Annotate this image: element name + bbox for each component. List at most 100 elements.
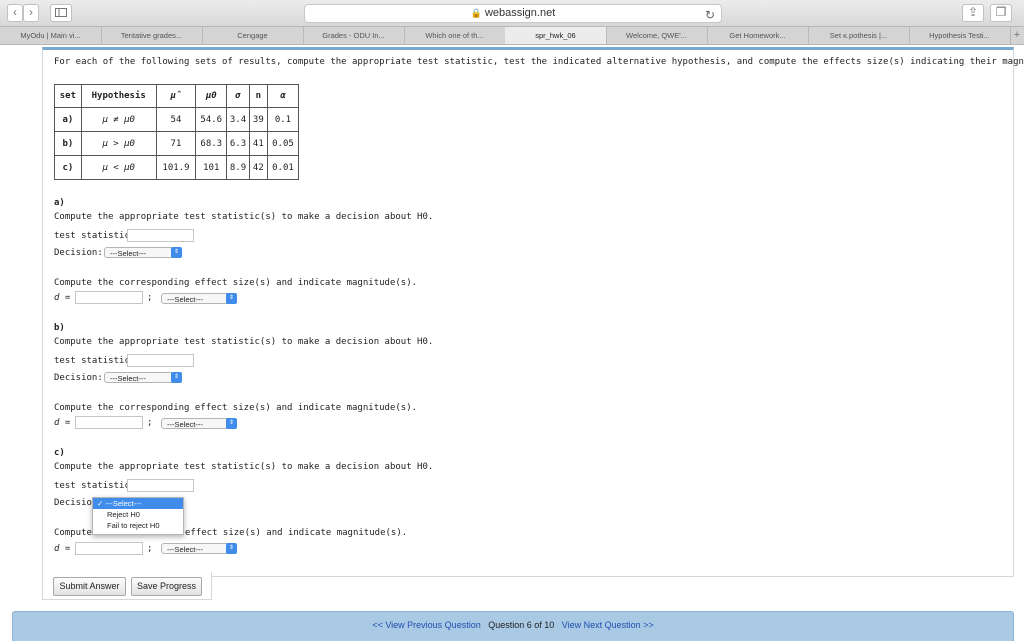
part-a-effect-prompt: Compute the corresponding effect size(s)… [54,278,418,288]
col-header-sigma: σ [226,84,250,108]
forward-button[interactable]: › [23,4,39,22]
part-a-d-input[interactable] [75,291,143,304]
table-cell: b) [54,131,82,156]
table-cell: 3.4 [226,107,250,132]
save-progress-button[interactable]: Save Progress [131,577,202,596]
tab-tentative-grades[interactable]: Tentative grades... [101,27,203,44]
next-question-link[interactable]: View Next Question >> [562,620,654,630]
table-cell: 0.05 [266,131,300,156]
table-cell: μ < μ0 [80,155,157,180]
address-bar[interactable]: 🔒 webassign.net ↻ [304,4,722,23]
table-cell: c) [54,155,82,180]
table-cell: μ ≠ μ0 [80,107,157,132]
part-b-label: b) [54,323,65,333]
back-button[interactable]: ‹ [7,4,23,22]
select-value: ---Select--- [167,545,203,554]
select-value: ---Select--- [110,374,146,383]
browser-toolbar: ‹ › 🔒 webassign.net ↻ ⇪ ❐ [0,0,1024,27]
chevron-updown-icon: ⇕ [226,543,237,554]
table-cell: 41 [248,131,268,156]
part-c-magnitude-select[interactable]: ---Select--- ⇕ [161,543,237,554]
tab-set-hypothesis[interactable]: Set κ.pothesis |... [808,27,910,44]
select-value: ---Select--- [167,295,203,304]
part-b-decision-label: Decision: [54,373,103,383]
table-row: c) μ < μ0 101.9 101 8.9 42 0.01 [54,155,300,180]
dropdown-option-select[interactable]: ✓ ---Select--- [93,498,183,509]
tab-hypothesis-testing[interactable]: Hypothesis Testi... [909,27,1011,44]
previous-question-link[interactable]: << View Previous Question [372,620,480,630]
table-cell: 0.1 [266,107,300,132]
part-b-stat-input[interactable] [127,354,194,367]
part-b-decision-select[interactable]: ---Select--- ⇕ [104,372,182,383]
table-row: a) μ ≠ μ0 54 54.6 3.4 39 0.1 [54,107,300,132]
tabs-overview-icon[interactable]: ❐ [990,4,1012,22]
question-position: Question 6 of 10 [488,620,555,630]
tab-welcome[interactable]: Welcome, QWE'... [606,27,708,44]
share-icon[interactable]: ⇪ [962,4,984,22]
part-c-d-label: d = [54,544,71,554]
table-cell: 71 [155,131,197,156]
table-cell: a) [54,107,82,132]
part-b-magnitude-select[interactable]: ---Select--- ⇕ [161,418,237,429]
reload-icon[interactable]: ↻ [705,7,715,24]
part-b-semicolon: ; [147,418,153,428]
part-c-label: c) [54,448,65,458]
question-nav-footer: << View Previous Question Question 6 of … [12,611,1014,641]
part-c-effect-prompt-start: Compute [54,528,92,538]
col-header-mu-hat: μ̂ [155,84,197,108]
chevron-updown-icon: ⇕ [171,372,182,383]
part-c-decision-label: Decision [54,498,98,508]
col-header-mu0: μ0 [195,84,228,108]
checkmark-icon: ✓ [97,499,104,508]
table-cell: μ > μ0 [80,131,157,156]
col-header-hypothesis: Hypothesis [80,84,157,108]
submit-answer-button[interactable]: Submit Answer [53,577,126,596]
select-value: ---Select--- [167,420,203,429]
part-a-semicolon: ; [147,293,153,303]
tab-get-homework[interactable]: Get Homework... [707,27,809,44]
tab-bar: MyOdu | Main vi... Tentative grades... C… [0,27,1024,45]
table-cell: 101.9 [155,155,197,180]
table-cell: 8.9 [226,155,250,180]
part-a-stat-input[interactable] [127,229,194,242]
dropdown-option-reject[interactable]: Reject H0 [93,509,183,520]
dropdown-option-fail-to-reject[interactable]: Fail to reject H0 [93,520,183,531]
table-cell: 101 [195,155,228,180]
parameters-table: set Hypothesis μ̂ μ0 σ n α a) μ ≠ μ0 54 … [54,84,300,180]
instructions-text: For each of the following sets of result… [54,57,1024,67]
url-text: webassign.net [484,7,556,19]
col-header-n: n [248,84,268,108]
part-b-stat-prompt: Compute the appropriate test statistic(s… [54,337,434,347]
table-header-row: set Hypothesis μ̂ μ0 σ n α [54,84,300,108]
part-c-semicolon: ; [147,544,153,554]
table-cell: 54.6 [195,107,228,132]
table-cell: 6.3 [226,131,250,156]
part-c-decision-dropdown[interactable]: ✓ ---Select--- Reject H0 Fail to reject … [92,497,184,535]
part-a-decision-label: Decision: [54,248,103,258]
chevron-updown-icon: ⇕ [171,247,182,258]
tab-cengage[interactable]: Cengage [202,27,304,44]
part-a-decision-select[interactable]: ---Select--- ⇕ [104,247,182,258]
part-a-magnitude-select[interactable]: ---Select--- ⇕ [161,293,237,304]
tab-myodu[interactable]: MyOdu | Main vi... [0,27,102,44]
table-cell: 39 [248,107,268,132]
tab-spr-hwk-06[interactable]: spr_hwk_06 [505,27,607,44]
col-header-alpha: α [266,84,300,108]
select-value: ---Select--- [110,249,146,258]
part-c-effect-prompt-end: effect size(s) and indicate magnitude(s)… [185,528,408,538]
table-cell: 42 [248,155,268,180]
table-cell: 0.01 [266,155,300,180]
sidebar-toggle-icon[interactable] [50,4,72,22]
table-cell: 68.3 [195,131,228,156]
part-b-d-input[interactable] [75,416,143,429]
lock-icon: 🔒 [470,8,482,18]
chevron-updown-icon: ⇕ [226,418,237,429]
new-tab-button[interactable]: + [1010,27,1024,44]
tab-grades-odu[interactable]: Grades - ODU In... [303,27,405,44]
part-b-effect-prompt: Compute the corresponding effect size(s)… [54,403,418,413]
part-a-d-label: d = [54,293,71,303]
part-c-d-input[interactable] [75,542,143,555]
tab-which-one[interactable]: Which one of th... [404,27,506,44]
col-header-set: set [54,84,82,108]
part-c-stat-input[interactable] [127,479,194,492]
